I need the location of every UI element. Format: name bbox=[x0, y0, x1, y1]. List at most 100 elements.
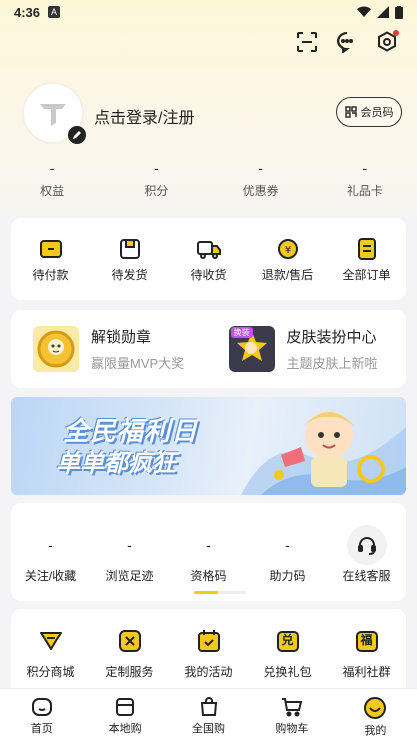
promo-title: 解锁勋章 bbox=[91, 329, 152, 346]
profile-icon bbox=[364, 697, 387, 719]
default-avatar-logo bbox=[40, 104, 66, 126]
service-points-mall[interactable]: 积分商城 bbox=[11, 609, 90, 699]
tab-national-shop[interactable]: 全国购 bbox=[167, 689, 250, 741]
banner-title-line2: 单单都疯狂 bbox=[56, 450, 176, 477]
redeem-glyph: 兑 bbox=[281, 633, 294, 647]
tool-label: 浏览足迹 bbox=[105, 569, 154, 583]
refund-icon: ¥ bbox=[277, 239, 298, 259]
battery-icon bbox=[395, 5, 403, 19]
tool-value: - bbox=[206, 537, 211, 553]
svg-text:¥: ¥ bbox=[284, 245, 290, 256]
stat-benefits[interactable]: - 权益 bbox=[0, 160, 104, 199]
stat-value: - bbox=[362, 160, 368, 176]
service-redeem-gift[interactable]: 兑 兑换礼包 bbox=[248, 609, 327, 699]
tab-label: 全国购 bbox=[192, 723, 226, 735]
edit-avatar-icon[interactable] bbox=[68, 126, 86, 144]
tool-label: 关注/收藏 bbox=[24, 569, 77, 583]
stat-value: - bbox=[49, 160, 55, 176]
stat-gift-cards[interactable]: - 礼品卡 bbox=[313, 160, 417, 199]
stat-label: 积分 bbox=[144, 184, 169, 198]
tab-cart[interactable]: 购物车 bbox=[250, 689, 333, 741]
tool-label: 在线客服 bbox=[342, 569, 391, 583]
list-icon bbox=[357, 238, 376, 260]
promos-card: 解锁勋章 赢限量MVP大奖 换装 皮肤装扮中心 主题皮肤上新啦 bbox=[11, 310, 406, 388]
promo-subtitle: 主题皮肤上新啦 bbox=[286, 356, 378, 371]
member-code-button[interactable]: 会员码 bbox=[336, 97, 402, 127]
order-pending-shipment[interactable]: 待发货 bbox=[90, 218, 169, 300]
tab-label: 本地购 bbox=[108, 723, 142, 735]
truck-icon bbox=[196, 241, 221, 259]
message-icon[interactable] bbox=[335, 30, 359, 54]
tab-local-shop[interactable]: 本地购 bbox=[83, 689, 166, 741]
welfare-day-banner[interactable]: 全民福利日 单单都疯狂 bbox=[11, 397, 406, 495]
order-label: 待收货 bbox=[190, 268, 227, 282]
wifi-icon bbox=[357, 6, 371, 17]
order-label: 退款/售后 bbox=[261, 268, 314, 282]
orders-card: 待付款 待发货 待收货 ¥ 退款/售后 全部订单 bbox=[11, 218, 406, 300]
stat-value: - bbox=[154, 160, 159, 176]
stat-label: 权益 bbox=[40, 184, 65, 198]
signal-icon bbox=[377, 6, 389, 18]
notification-a-icon: A bbox=[48, 6, 61, 18]
headset-icon bbox=[346, 525, 387, 565]
wallet-icon bbox=[39, 240, 62, 258]
order-refund[interactable]: ¥ 退款/售后 bbox=[248, 218, 327, 300]
tool-label: 资格码 bbox=[190, 569, 227, 583]
settings-red-dot bbox=[393, 30, 399, 36]
tool-follow-favorites[interactable]: - 关注/收藏 bbox=[11, 525, 90, 584]
scroll-indicator bbox=[194, 591, 246, 594]
stat-coupons[interactable]: - 优惠券 bbox=[209, 160, 313, 199]
services-card: 积分商城 定制服务 我的活动 兑 兑换礼包 福 福利社群 bbox=[11, 609, 406, 699]
order-label: 待付款 bbox=[32, 268, 69, 282]
avatar[interactable] bbox=[22, 82, 86, 144]
cart-icon bbox=[281, 698, 303, 717]
promo-title: 皮肤装扮中心 bbox=[286, 329, 377, 346]
badge-medal-image bbox=[33, 326, 79, 372]
tool-qualification-code[interactable]: - 资格码 bbox=[169, 525, 248, 584]
stat-value: - bbox=[258, 160, 263, 176]
stat-points[interactable]: - 积分 bbox=[104, 160, 208, 199]
account-stats: - 权益 - 积分 - 优惠券 - 礼品卡 bbox=[0, 160, 417, 199]
order-label: 全部订单 bbox=[342, 268, 391, 282]
login-register-link[interactable]: 点击登录/注册 bbox=[94, 104, 194, 128]
order-label: 待发货 bbox=[111, 268, 148, 282]
promo-skin-center[interactable]: 换装 皮肤装扮中心 主题皮肤上新啦 bbox=[211, 310, 407, 388]
order-pending-payment[interactable]: 待付款 bbox=[11, 218, 90, 300]
custom-service-icon bbox=[118, 630, 141, 652]
package-icon bbox=[119, 239, 140, 259]
bottom-tab-bar: 首页 本地购 全国购 购物车 我的 bbox=[0, 688, 417, 741]
tab-label: 购物车 bbox=[275, 723, 309, 735]
settings-icon[interactable] bbox=[375, 30, 399, 54]
tab-mine[interactable]: 我的 bbox=[334, 689, 417, 741]
national-shop-icon bbox=[200, 697, 217, 716]
service-label: 我的活动 bbox=[184, 665, 233, 679]
tab-home[interactable]: 首页 bbox=[0, 689, 83, 741]
service-custom[interactable]: 定制服务 bbox=[90, 609, 169, 699]
promo-subtitle: 赢限量MVP大奖 bbox=[91, 356, 185, 371]
tab-label: 我的 bbox=[364, 725, 387, 737]
stat-label: 优惠券 bbox=[242, 184, 279, 198]
tool-label: 助力码 bbox=[269, 569, 306, 583]
tool-assist-code[interactable]: - 助力码 bbox=[248, 525, 327, 584]
order-all[interactable]: 全部订单 bbox=[327, 218, 406, 300]
scan-icon[interactable] bbox=[295, 30, 319, 54]
tool-value: - bbox=[48, 537, 53, 553]
tools-card: - 关注/收藏 - 浏览足迹 - 资格码 - 助力码 在线客服 bbox=[11, 503, 406, 601]
tool-online-service[interactable]: 在线客服 bbox=[327, 525, 406, 584]
service-label: 定制服务 bbox=[105, 665, 154, 679]
local-shop-icon bbox=[116, 698, 135, 716]
status-bar: 4:36 A bbox=[0, 0, 417, 24]
service-label: 福利社群 bbox=[342, 665, 391, 679]
profile-section: 点击登录/注册 会员码 bbox=[22, 82, 402, 146]
qr-code-icon bbox=[344, 106, 357, 118]
order-pending-receipt[interactable]: 待收货 bbox=[169, 218, 248, 300]
home-icon bbox=[31, 698, 52, 716]
service-label: 兑换礼包 bbox=[263, 665, 312, 679]
service-label: 积分商城 bbox=[26, 665, 75, 679]
service-my-activity[interactable]: 我的活动 bbox=[169, 609, 248, 699]
points-mall-icon bbox=[39, 632, 62, 650]
tool-browse-history[interactable]: - 浏览足迹 bbox=[90, 525, 169, 584]
promo-unlock-badge[interactable]: 解锁勋章 赢限量MVP大奖 bbox=[11, 310, 211, 388]
activity-icon bbox=[197, 630, 220, 652]
service-welfare-community[interactable]: 福 福利社群 bbox=[327, 609, 406, 699]
